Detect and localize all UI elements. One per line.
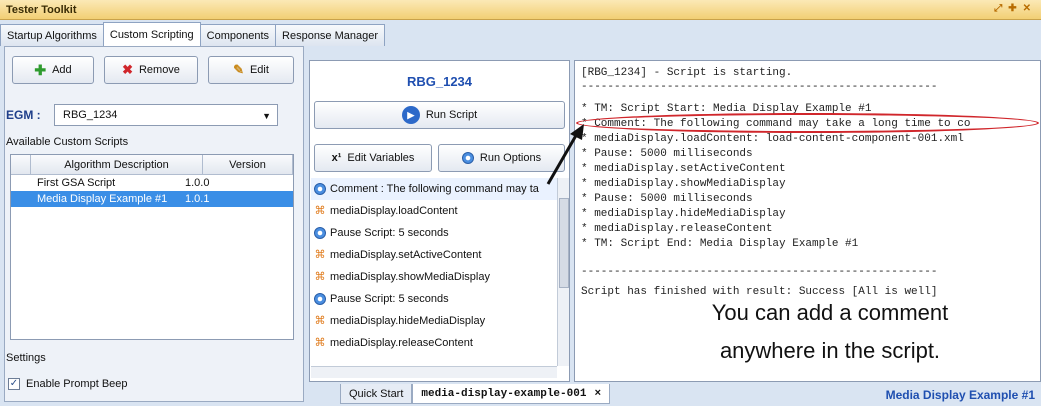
table-header: Algorithm Description Version [11, 155, 293, 175]
callout-arrow [546, 124, 584, 185]
script-egm-name: RBG_1234 [406, 74, 473, 89]
tab-response-manager[interactable]: Response Manager [275, 24, 386, 46]
remove-icon: ✖ [122, 62, 133, 77]
settings-title: Settings [6, 352, 46, 364]
steps-horizontal-scrollbar[interactable] [311, 366, 557, 378]
pencil-icon: ✎ [233, 62, 244, 77]
step-label: Comment : The following command may ta [330, 183, 539, 195]
main-tabs: Startup Algorithms Custom Scripting Comp… [0, 22, 386, 46]
edit-variables-button[interactable]: x¹ Edit Variables [314, 144, 432, 172]
run-script-label: Run Script [425, 109, 478, 121]
gear-icon [314, 227, 326, 239]
step-label: mediaDisplay.hideMediaDisplay [330, 315, 486, 327]
column-header-version[interactable]: Version [203, 155, 293, 174]
current-script-label: Media Display Example #1 [885, 388, 1035, 402]
console-line: * mediaDisplay.loadContent: load-content… [581, 133, 964, 145]
console-line: * mediaDisplay.releaseContent [581, 223, 773, 235]
step-label: mediaDisplay.showMediaDisplay [330, 271, 490, 283]
egm-label: EGM : [6, 108, 41, 122]
window-titlebar: Tester Toolkit ⤢ ✚ ✕ [0, 0, 1041, 20]
steps-vertical-scrollbar[interactable] [557, 178, 569, 366]
variable-icon: x¹ [331, 152, 342, 164]
add-button[interactable]: ✚ Add [12, 56, 94, 84]
gear-icon [314, 293, 326, 305]
annotation-line-2: anywhere in the script. [719, 338, 941, 363]
command-icon: ⌘ [314, 315, 326, 327]
pin-icon[interactable]: ✚ [1008, 3, 1016, 14]
script-version: 1.0.1 [185, 193, 210, 205]
script-description: First GSA Script [37, 177, 116, 189]
console-line: * Pause: 5000 milliseconds [581, 148, 753, 160]
tab-media-display-example[interactable]: media-display-example-001 × [412, 384, 611, 404]
table-row[interactable]: First GSA Script 1.0.0 [11, 175, 293, 191]
step-label: mediaDisplay.setActiveContent [330, 249, 482, 261]
column-header-description[interactable]: Algorithm Description [31, 155, 203, 174]
console-line: ----------------------------------------… [581, 266, 938, 278]
restore-icon[interactable]: ⤢ [994, 3, 1002, 14]
command-icon: ⌘ [314, 271, 326, 283]
step-label: Pause Script: 5 seconds [330, 227, 449, 239]
step-label: mediaDisplay.loadContent [330, 205, 458, 217]
remove-button-label: Remove [138, 64, 180, 76]
highlight-oval [576, 113, 1039, 133]
editor-tabs: Quick Start media-display-example-001 × [340, 384, 611, 404]
step-label: Pause Script: 5 seconds [330, 293, 449, 305]
annotation-line-1: You can add a comment [711, 300, 949, 325]
available-scripts-title: Available Custom Scripts [6, 136, 129, 148]
console-line: * mediaDisplay.hideMediaDisplay [581, 208, 786, 220]
list-item[interactable]: Comment : The following command may ta [311, 178, 557, 200]
edit-variables-label: Edit Variables [347, 152, 415, 164]
list-item[interactable]: Pause Script: 5 seconds [311, 222, 557, 244]
list-item[interactable]: ⌘ mediaDisplay.hideMediaDisplay [311, 310, 557, 332]
command-icon: ⌘ [314, 205, 326, 217]
scripts-table: Algorithm Description Version First GSA … [10, 154, 294, 340]
script-version: 1.0.0 [185, 177, 210, 189]
command-icon: ⌘ [314, 249, 326, 261]
add-icon: ✚ [34, 61, 47, 78]
console-line: [RBG_1234] - Script is starting. [581, 67, 793, 79]
script-steps-list: Comment : The following command may ta ⌘… [311, 178, 557, 366]
prompt-beep-option[interactable]: ✓ Enable Prompt Beep [8, 378, 128, 390]
list-item[interactable]: Pause Script: 5 seconds [311, 288, 557, 310]
console-line: * mediaDisplay.setActiveContent [581, 163, 786, 175]
command-icon: ⌘ [314, 337, 326, 349]
close-icon[interactable]: ✕ [1023, 3, 1031, 14]
console-line: * mediaDisplay.showMediaDisplay [581, 178, 786, 190]
run-script-button[interactable]: ▶ Run Script [314, 101, 565, 129]
tab-components[interactable]: Components [199, 24, 277, 46]
tab-media-display-label: media-display-example-001 [421, 387, 587, 400]
chevron-down-icon: ▼ [262, 111, 271, 121]
add-button-label: Add [52, 64, 72, 76]
remove-button[interactable]: ✖ Remove [104, 56, 198, 84]
script-description: Media Display Example #1 [37, 193, 168, 205]
window-controls: ⤢ ✚ ✕ [994, 3, 1031, 14]
tab-startup-algorithms[interactable]: Startup Algorithms [0, 24, 104, 46]
console-output: [RBG_1234] - Script is starting. -------… [574, 60, 1041, 382]
scroll-thumb[interactable] [559, 198, 569, 288]
console-line: ----------------------------------------… [581, 81, 938, 93]
console-line: Script has finished with result: Success… [581, 286, 938, 298]
gear-icon [314, 183, 326, 195]
tab-custom-scripting[interactable]: Custom Scripting [102, 22, 201, 46]
close-tab-icon[interactable]: × [594, 388, 601, 400]
list-item[interactable]: ⌘ mediaDisplay.setActiveContent [311, 244, 557, 266]
edit-button[interactable]: ✎ Edit [208, 56, 294, 84]
egm-select[interactable]: RBG_1234 ▼ [54, 104, 278, 126]
list-item[interactable]: ⌘ mediaDisplay.showMediaDisplay [311, 266, 557, 288]
gear-icon [461, 152, 474, 164]
console-line: * Pause: 5000 milliseconds [581, 193, 753, 205]
run-options-label: Run Options [479, 152, 542, 164]
egm-select-value: RBG_1234 [63, 109, 118, 121]
list-item[interactable]: ⌘ mediaDisplay.releaseContent [311, 332, 557, 354]
step-label: mediaDisplay.releaseContent [330, 337, 473, 349]
edit-button-label: Edit [249, 64, 269, 76]
prompt-beep-label: Enable Prompt Beep [26, 378, 128, 390]
play-icon: ▶ [401, 106, 420, 124]
prompt-beep-checkbox[interactable]: ✓ [8, 378, 20, 390]
tab-quick-start[interactable]: Quick Start [340, 384, 413, 404]
list-item[interactable]: ⌘ mediaDisplay.loadContent [311, 200, 557, 222]
console-line: * TM: Script End: Media Display Example … [581, 238, 859, 250]
table-row-selected[interactable]: Media Display Example #1 1.0.1 [11, 191, 293, 207]
window-title: Tester Toolkit [6, 3, 77, 16]
